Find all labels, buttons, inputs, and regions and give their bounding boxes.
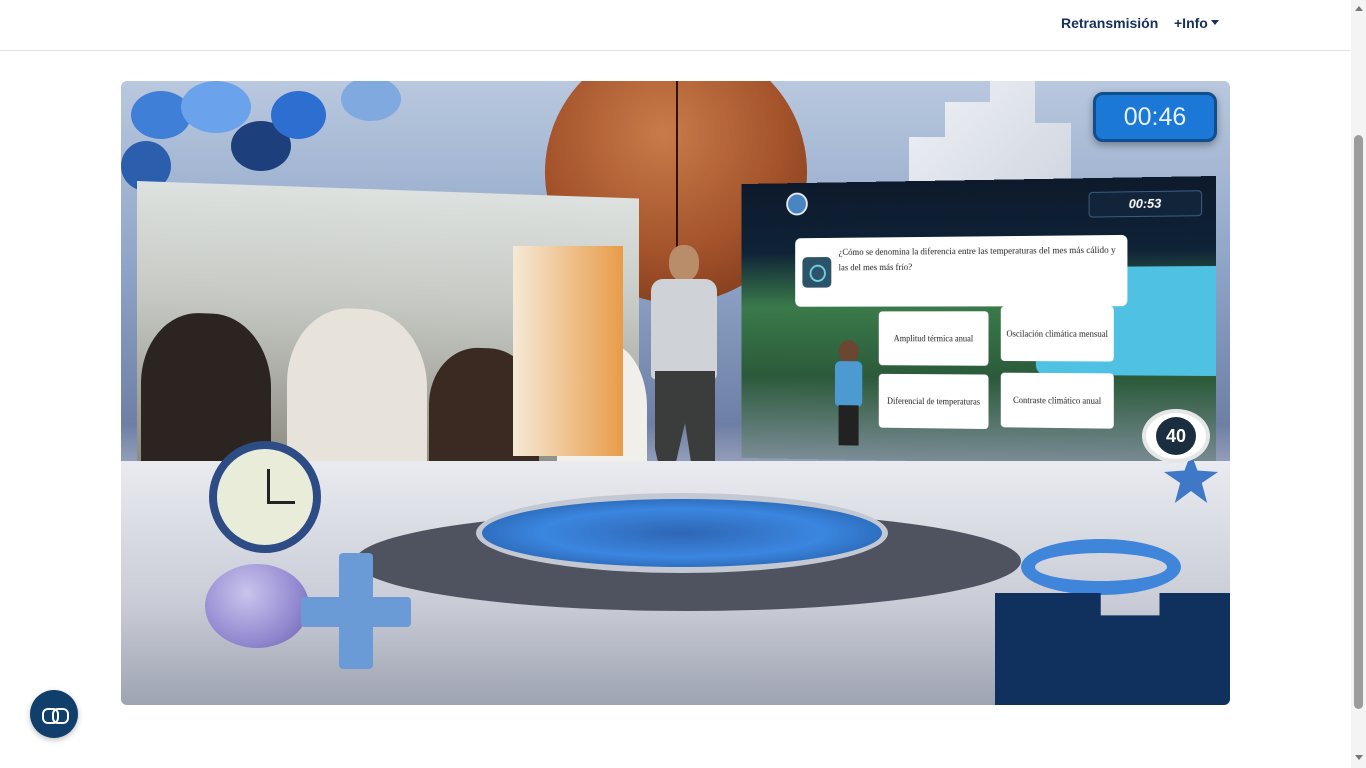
quiz-answer[interactable]: Diferencial de temperaturas xyxy=(879,374,989,429)
stage-disc xyxy=(476,493,888,573)
globe-icon xyxy=(802,257,831,288)
student xyxy=(287,306,427,481)
scroll-down-arrow-icon[interactable] xyxy=(1355,755,1363,760)
school-banner xyxy=(513,246,623,456)
scroll-up-arrow-icon[interactable] xyxy=(1355,6,1363,11)
clock-decoration xyxy=(209,441,321,553)
caret-down-icon xyxy=(1211,20,1219,25)
clock-minute-hand xyxy=(267,501,295,504)
score-value: 40 xyxy=(1156,417,1196,455)
link-icon xyxy=(42,708,66,720)
character-head xyxy=(839,340,859,363)
balloon-decoration xyxy=(271,91,326,139)
quiz-answer[interactable]: Oscilación climática mensual xyxy=(1001,306,1114,361)
quiz-answer[interactable]: Contraste climático anual xyxy=(1001,373,1114,429)
balloon-decoration xyxy=(181,81,251,133)
plus-decoration xyxy=(301,553,411,669)
ring-decoration xyxy=(1021,539,1181,595)
vertical-scrollbar[interactable] xyxy=(1351,0,1366,768)
quiz-question-text: ¿Cómo se denomina la diferencia entre la… xyxy=(839,246,1116,273)
quiz-answer[interactable]: Amplitud térmica anual xyxy=(879,311,989,366)
video-player[interactable]: 00:53 ¿Cómo se denomina la diferencia en… xyxy=(121,81,1230,705)
top-navbar: Retransmisión +Info xyxy=(0,0,1351,51)
scrollbar-thumb[interactable] xyxy=(1354,135,1363,709)
quiz-question: ¿Cómo se denomina la diferencia entre la… xyxy=(795,235,1127,307)
quiz-timer: 00:53 xyxy=(1089,190,1202,217)
floating-link-button[interactable] xyxy=(30,690,78,738)
nav-info-label: +Info xyxy=(1174,15,1208,31)
character-legs xyxy=(839,405,859,445)
glass-sphere-decoration xyxy=(205,564,309,648)
game-character xyxy=(831,340,866,446)
nav-link-retransmision[interactable]: Retransmisión xyxy=(1061,15,1158,31)
balloon-decoration xyxy=(341,81,401,121)
nav-dropdown-info[interactable]: +Info xyxy=(1174,15,1219,31)
character-body xyxy=(835,361,862,407)
countdown-timer: 00:46 xyxy=(1093,92,1217,142)
quiz-screen: 00:53 ¿Cómo se denomina la diferencia en… xyxy=(742,176,1216,466)
presenter-shirt xyxy=(651,279,717,379)
clock-hour-hand xyxy=(267,469,270,503)
score-badge: 40 xyxy=(1142,409,1210,463)
presenter-head xyxy=(669,245,699,281)
